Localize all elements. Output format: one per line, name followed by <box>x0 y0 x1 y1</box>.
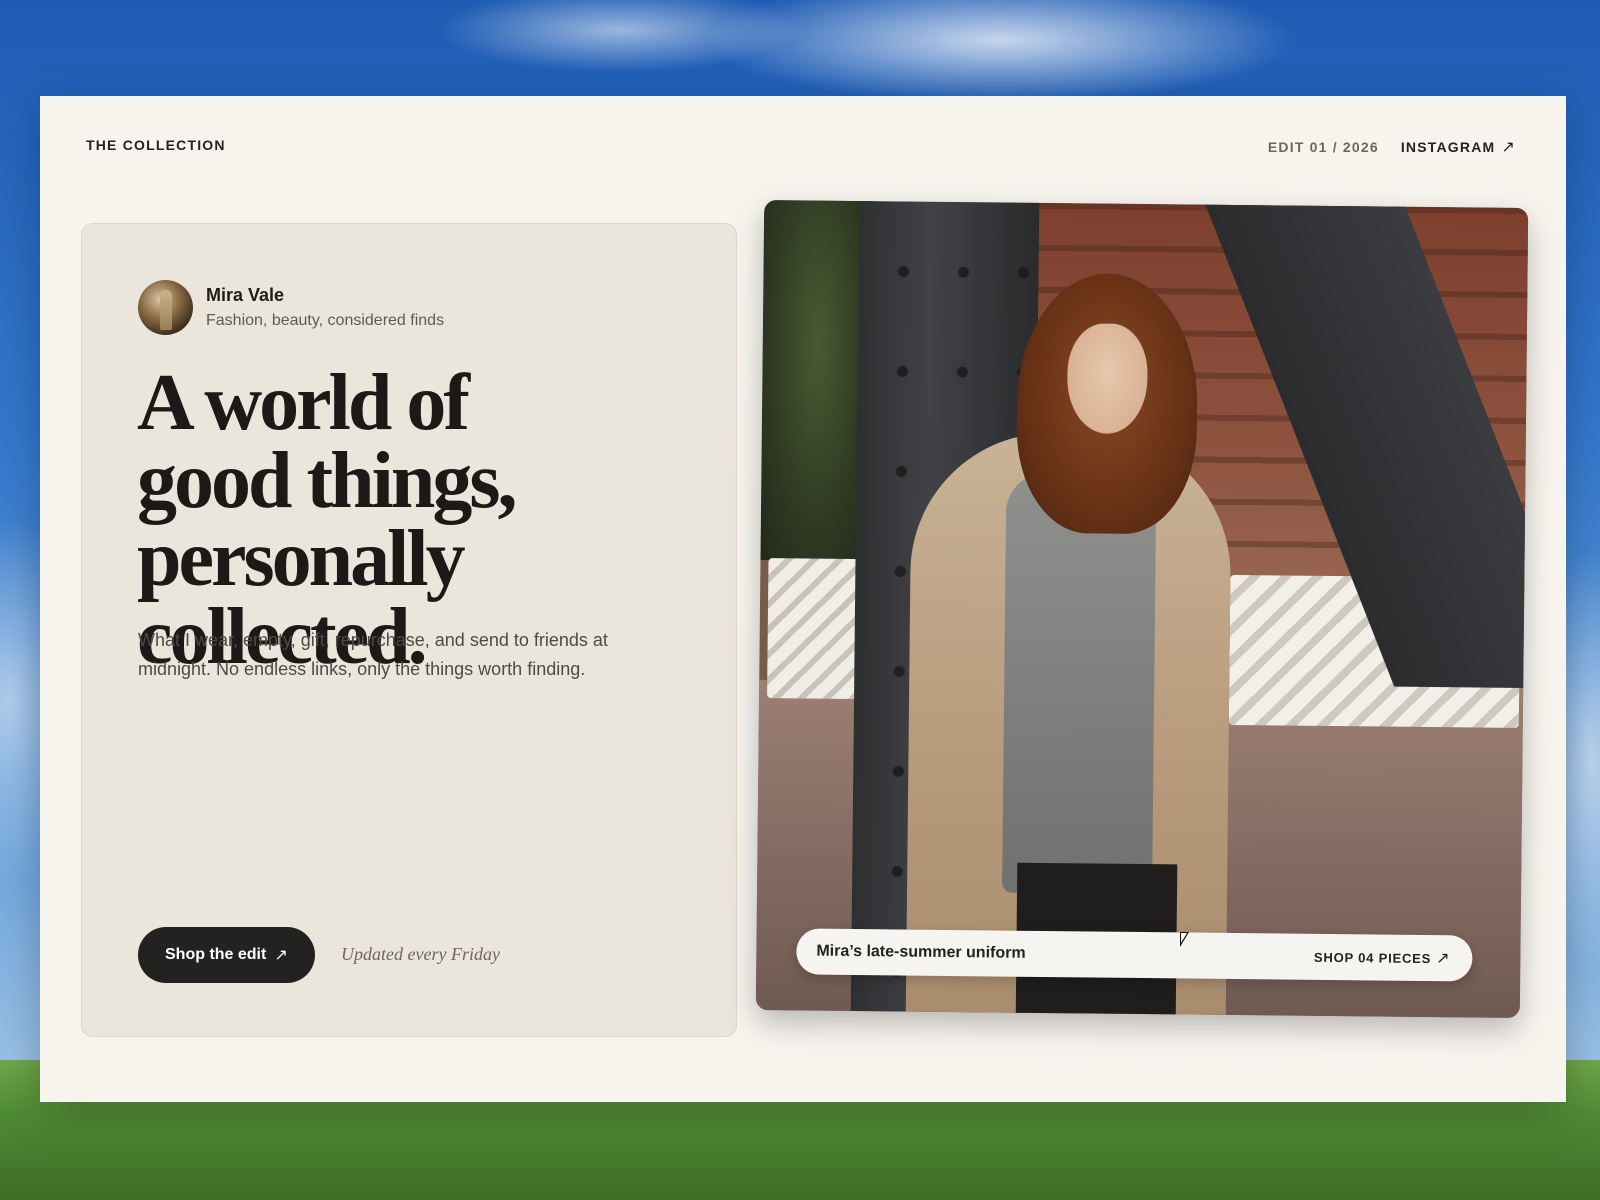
updated-note: Updated every Friday <box>341 944 500 964</box>
shop-pieces-label: SHOP 04 PIECES <box>1313 949 1432 966</box>
shop-button-label: Shop the edit <box>165 946 267 963</box>
edit-label: EDIT 01 / 2026 <box>1267 139 1379 155</box>
headline-line: A world of <box>137 359 470 447</box>
profile: Mira Vale Fashion, beauty, considered fi… <box>138 280 444 335</box>
profile-name: Mira Vale <box>206 285 285 305</box>
profile-text: Mira Vale Fashion, beauty, considered fi… <box>206 285 444 330</box>
arrow-up-right-icon: ↗ <box>1501 139 1516 156</box>
feature-caption-bar[interactable]: Mira’s late-summer uniform SHOP 04 PIECE… <box>796 928 1473 982</box>
instagram-link[interactable]: INSTAGRAM ↗ <box>1401 137 1516 157</box>
headline-line: good things, <box>137 437 517 525</box>
shop-pieces-link[interactable]: SHOP 04 PIECES ↗ <box>1314 947 1451 968</box>
arrow-up-right-icon: ↗ <box>1436 950 1451 968</box>
mouse-pointer-icon <box>1180 932 1189 947</box>
arrow-up-right-icon: ↗ <box>274 947 288 964</box>
feature-photo <box>755 200 1529 1018</box>
browser-window: THE COLLECTION EDIT 01 / 2026 INSTAGRAM … <box>40 96 1566 1102</box>
avatar[interactable] <box>138 280 193 335</box>
feature-photo-card[interactable]: Mira’s late-summer uniform SHOP 04 PIECE… <box>755 200 1529 1018</box>
hero-subcopy: What I wear, empty, gift, repurchase, an… <box>138 630 608 679</box>
instagram-link-label: INSTAGRAM <box>1400 139 1496 155</box>
intro-card: Mira Vale Fashion, beauty, considered fi… <box>81 223 737 1037</box>
brand-title[interactable]: THE COLLECTION <box>86 137 226 153</box>
shop-the-edit-button[interactable]: Shop the edit ↗ <box>138 927 315 983</box>
photo-person-blazer <box>1002 472 1157 895</box>
feature-caption-title: Mira’s late-summer uniform <box>816 942 1026 962</box>
profile-tagline: Fashion, beauty, considered finds <box>206 312 445 329</box>
header-nav: EDIT 01 / 2026 INSTAGRAM ↗ <box>1268 137 1516 157</box>
